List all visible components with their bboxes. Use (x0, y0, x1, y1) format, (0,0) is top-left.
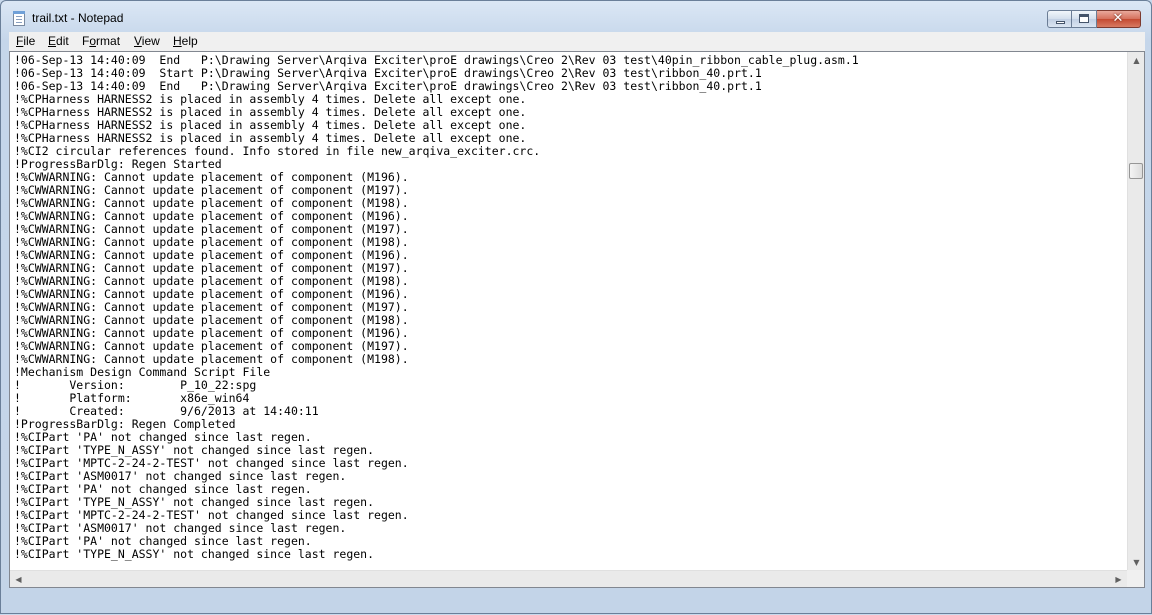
notepad-icon[interactable] (13, 11, 25, 26)
close-icon: ✕ (1112, 11, 1124, 26)
minimize-button[interactable] (1047, 10, 1072, 28)
minimize-icon (1056, 21, 1065, 24)
caption-buttons: ✕ (1047, 10, 1141, 29)
editor: !06-Sep-13 14:40:09 End P:\Drawing Serve… (9, 51, 1145, 588)
size-grip[interactable] (1127, 570, 1144, 587)
scroll-right-icon[interactable]: ▶ (1110, 571, 1127, 587)
close-button[interactable]: ✕ (1097, 10, 1141, 28)
menu-edit[interactable]: Edit (48, 34, 69, 48)
scroll-down-icon[interactable]: ▼ (1128, 554, 1144, 571)
maximize-button[interactable] (1072, 10, 1097, 28)
title-bar[interactable]: trail.txt - Notepad ✕ (1, 1, 1151, 35)
notepad-window: trail.txt - Notepad ✕ File Edit Format V… (0, 0, 1152, 614)
window-bottom-frame (1, 588, 1151, 615)
scroll-up-icon[interactable]: ▲ (1128, 52, 1144, 69)
vertical-scroll-thumb[interactable] (1129, 163, 1143, 179)
menu-view[interactable]: View (134, 34, 160, 48)
menu-file[interactable]: File (16, 34, 35, 48)
window-title: trail.txt - Notepad (32, 11, 124, 25)
text-line: !%CIPart 'TYPE_N_ASSY' not changed since… (14, 547, 375, 561)
scroll-left-icon[interactable]: ◀ (10, 571, 27, 587)
horizontal-scrollbar[interactable]: ◀ ▶ (10, 570, 1127, 587)
maximize-icon (1079, 14, 1089, 23)
menu-format[interactable]: Format (82, 34, 120, 48)
menu-help[interactable]: Help (173, 34, 198, 48)
menu-bar: File Edit Format View Help (9, 32, 1145, 51)
text-area[interactable]: !06-Sep-13 14:40:09 End P:\Drawing Serve… (10, 52, 1127, 571)
vertical-scrollbar[interactable]: ▲ ▼ (1127, 52, 1144, 571)
